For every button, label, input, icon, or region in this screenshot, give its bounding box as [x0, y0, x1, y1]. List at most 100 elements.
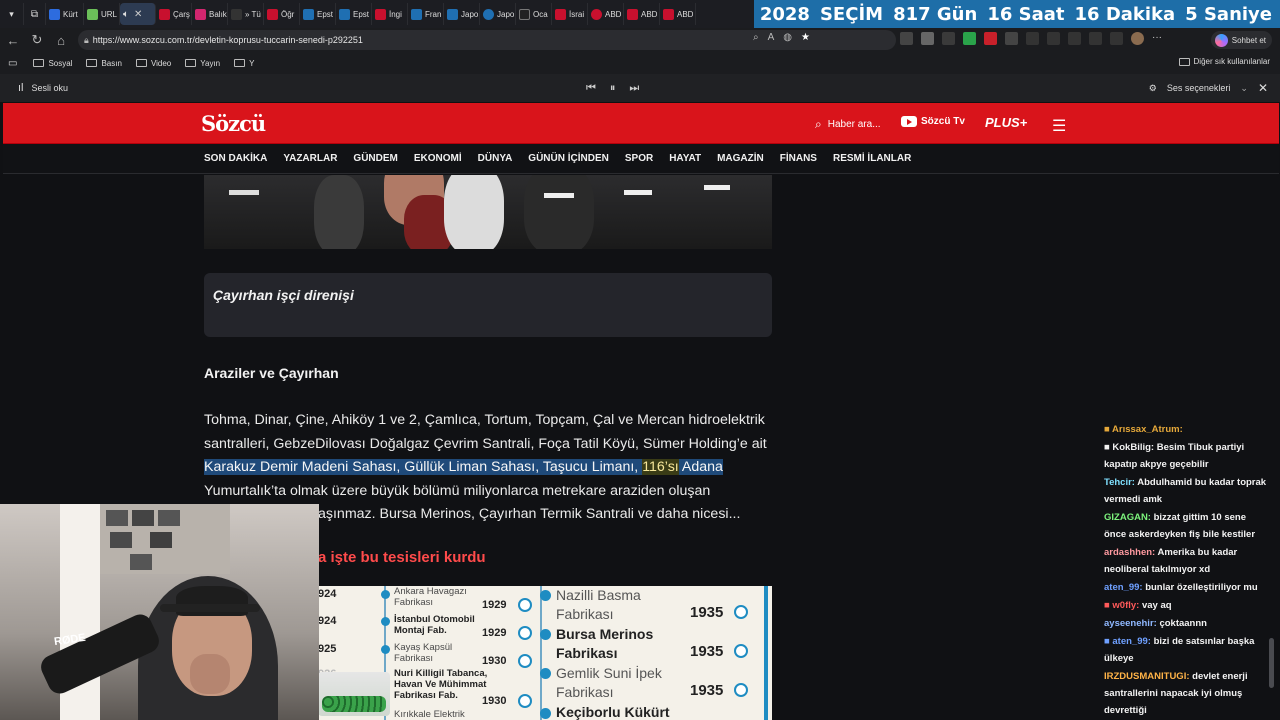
- browser-tab[interactable]: Japo: [444, 3, 480, 25]
- favorites-icon[interactable]: [1068, 32, 1081, 45]
- bookmark-folder[interactable]: Sosyal: [33, 59, 72, 68]
- timeline-dot: [540, 708, 551, 719]
- chat-username[interactable]: Tehcir:: [1104, 477, 1135, 488]
- profile-avatar[interactable]: [1131, 32, 1144, 45]
- photo-caption: Çayırhan işçi direnişi: [204, 273, 772, 337]
- bookmarks-bar: ▭ Sosyal Basın Video Yayın Y Diğer sık k…: [0, 52, 1280, 74]
- infographic-year: 1935: [690, 643, 724, 660]
- countdown-minutes: 16 Dakika: [1074, 3, 1176, 25]
- chat-username[interactable]: w0fly:: [1112, 600, 1139, 611]
- nav-item[interactable]: GÜNDEM: [353, 153, 397, 164]
- browser-tab[interactable]: Oca: [516, 3, 552, 25]
- close-icon[interactable]: ✕: [1258, 81, 1268, 95]
- chat-username[interactable]: ayseenehir:: [1104, 618, 1157, 629]
- extension-icon[interactable]: [942, 32, 955, 45]
- reading-view-icon[interactable]: ▭: [8, 58, 17, 69]
- close-icon[interactable]: ✕: [134, 9, 142, 20]
- site-search[interactable]: ⌕ Haber ara...: [815, 117, 881, 132]
- extension-icon[interactable]: [963, 32, 976, 45]
- nav-item[interactable]: YAZARLAR: [283, 153, 337, 164]
- browser-tab-active[interactable]: 🔈︎ ✕: [120, 3, 156, 25]
- chat-username[interactable]: aten_99:: [1112, 636, 1151, 647]
- folder-icon: [185, 59, 197, 67]
- copilot-chat-button[interactable]: Sohbet et: [1210, 31, 1272, 49]
- next-icon[interactable]: ⏭︎: [629, 82, 639, 95]
- browser-tab[interactable]: URL: [84, 3, 120, 25]
- browser-tab[interactable]: İngi: [372, 3, 408, 25]
- screenshot-icon[interactable]: [1110, 32, 1123, 45]
- browser-tab[interactable]: Öğr: [264, 3, 300, 25]
- browser-tab[interactable]: ABD: [588, 3, 624, 25]
- tab-label: Oca: [533, 9, 548, 19]
- home-button[interactable]: ⌂: [49, 33, 73, 48]
- tab-favicon: [267, 8, 278, 20]
- menu-icon[interactable]: ☰: [1052, 116, 1066, 136]
- folder-icon: [135, 59, 147, 67]
- bookmark-folder[interactable]: Video: [135, 59, 171, 68]
- read-aloud-icon[interactable]: A: [768, 32, 775, 43]
- more-menu-icon[interactable]: ···: [1152, 32, 1162, 45]
- nav-item[interactable]: EKONOMİ: [414, 153, 462, 164]
- chat-message: ayseenehir: çoktaannn: [1104, 615, 1270, 632]
- sozcu-tv-link[interactable]: Sözcü Tv: [901, 116, 965, 127]
- split-screen-icon[interactable]: [1026, 32, 1039, 45]
- extension-icon[interactable]: [921, 32, 934, 45]
- browser-tab[interactable]: Balık: [192, 3, 228, 25]
- extension-icon[interactable]: [1005, 32, 1018, 45]
- chat-username[interactable]: KokBilig:: [1112, 442, 1154, 453]
- tab-list-button[interactable]: ▾: [0, 3, 24, 25]
- settings-icon[interactable]: [1047, 32, 1060, 45]
- stream-chat: ■ Arıssax_Atrum: ■ KokBilig: Besim Tibuk…: [1104, 421, 1270, 720]
- tab-label: ABD: [677, 9, 694, 19]
- reload-button[interactable]: ↻: [25, 32, 49, 48]
- nav-item[interactable]: GÜNÜN İÇİNDEN: [528, 153, 609, 164]
- voice-options-button[interactable]: Ses seçenekleri: [1167, 83, 1231, 93]
- zoom-icon[interactable]: ⌕: [753, 32, 759, 43]
- tab-favicon: [555, 8, 566, 20]
- nav-item[interactable]: MAGAZİN: [717, 153, 764, 164]
- page-scrollbar[interactable]: [1269, 638, 1274, 688]
- site-logo[interactable]: Sözcü: [201, 111, 266, 136]
- tracking-icon[interactable]: ◍: [783, 32, 792, 43]
- chat-username[interactable]: Arıssax_Atrum:: [1112, 424, 1183, 435]
- bookmark-folder[interactable]: Y: [234, 59, 254, 68]
- nav-item[interactable]: RESMİ İLANLAR: [833, 153, 911, 164]
- browser-tab[interactable]: Kürt: [46, 3, 84, 25]
- infographic-item: İstanbul Otomobil Montaj Fab.: [394, 614, 475, 636]
- favorite-star-icon[interactable]: ★: [801, 32, 810, 43]
- browser-tab[interactable]: Epst: [336, 3, 372, 25]
- nav-item[interactable]: DÜNYA: [478, 153, 513, 164]
- plus-link[interactable]: PLUS+: [985, 115, 1027, 130]
- previous-icon[interactable]: ⏮︎: [586, 82, 596, 95]
- browser-tab[interactable]: İsrai: [552, 3, 588, 25]
- browser-tab[interactable]: Fran: [408, 3, 444, 25]
- chevron-down-icon[interactable]: ⌄: [1240, 83, 1248, 94]
- read-aloud-right: ⚙︎ Ses seçenekleri ⌄ ✕: [1149, 81, 1268, 95]
- other-bookmarks[interactable]: Diğer sık kullanılanlar: [1178, 57, 1270, 66]
- bookmark-folder[interactable]: Basın: [86, 59, 122, 68]
- browser-tab[interactable]: ABD: [660, 3, 696, 25]
- back-button[interactable]: ←: [1, 33, 25, 48]
- chat-username[interactable]: ardashhen:: [1104, 547, 1155, 558]
- browser-tab[interactable]: » Tü: [228, 3, 264, 25]
- extension-icon[interactable]: [900, 32, 913, 45]
- browser-tab[interactable]: Epst: [300, 3, 336, 25]
- workspaces-button[interactable]: ⧉: [24, 3, 46, 25]
- nav-item[interactable]: SPOR: [625, 153, 653, 164]
- chat-username[interactable]: GIZAGAN:: [1104, 512, 1151, 523]
- chat-username[interactable]: aten_99:: [1104, 582, 1143, 593]
- nav-item[interactable]: SON DAKİKA: [204, 153, 267, 164]
- chat-username[interactable]: IRZDUSMANITUGI:: [1104, 671, 1190, 682]
- pause-icon[interactable]: ⏸︎: [610, 82, 616, 95]
- folder-icon: [234, 59, 246, 67]
- extension-icon[interactable]: [984, 32, 997, 45]
- browser-tab[interactable]: ABD: [624, 3, 660, 25]
- tab-favicon: [375, 8, 386, 20]
- tab-favicon: [591, 8, 602, 20]
- collections-icon[interactable]: [1089, 32, 1102, 45]
- nav-item[interactable]: HAYAT: [669, 153, 701, 164]
- browser-tab[interactable]: Japo: [480, 3, 516, 25]
- bookmark-folder[interactable]: Yayın: [185, 59, 220, 68]
- nav-item[interactable]: FİNANS: [780, 153, 817, 164]
- browser-tab[interactable]: Çarş: [156, 3, 192, 25]
